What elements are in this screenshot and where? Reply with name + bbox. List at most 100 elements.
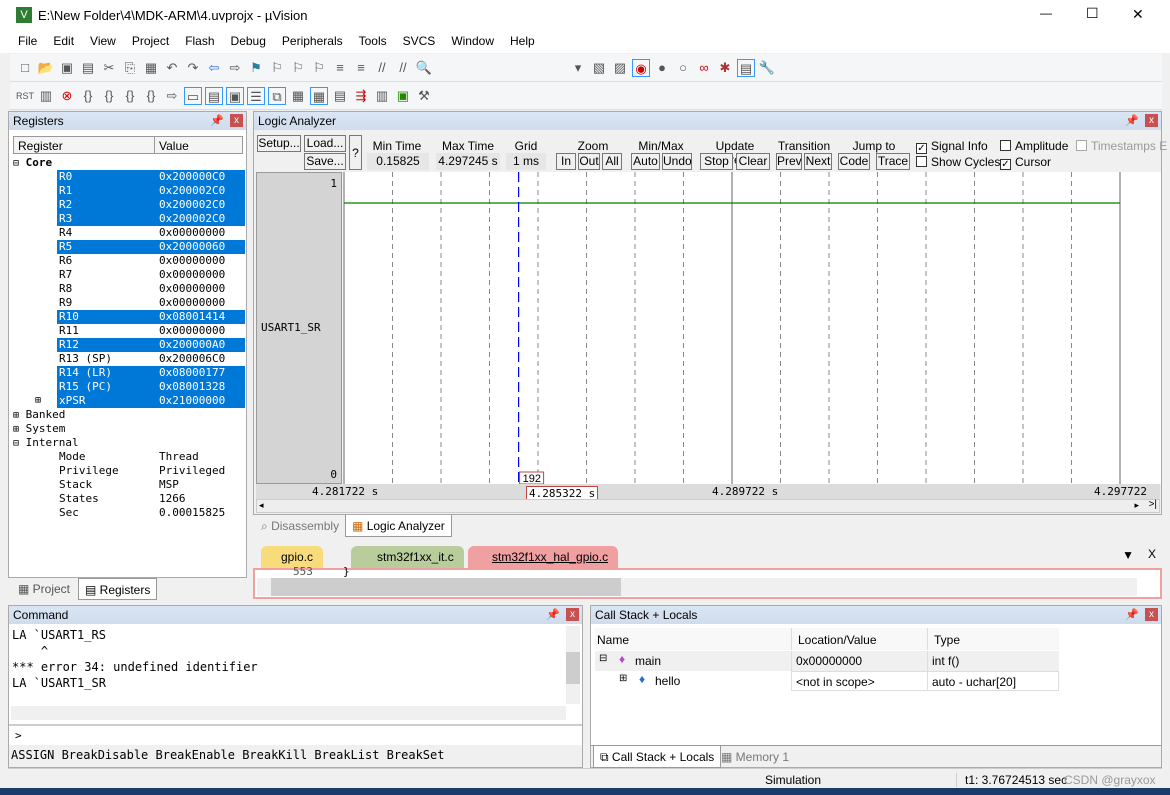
callstack-row[interactable]: ⊟ ♦ main 0x00000000 int f() [595, 651, 1059, 671]
next-button[interactable]: Next [804, 153, 832, 170]
step-in-icon[interactable]: {} [79, 87, 97, 105]
tree-node-system[interactable]: ⊞ System [13, 422, 245, 436]
register-row[interactable]: R0 0x200000C0 [13, 170, 245, 184]
close-icon[interactable]: x [230, 114, 243, 127]
show-cycles-checkbox[interactable]: Show Cycles [916, 155, 1000, 169]
menu-project[interactable]: Project [124, 30, 177, 53]
col-location[interactable]: Location/Value [791, 628, 883, 650]
command-vertical-scrollbar[interactable] [566, 626, 580, 704]
pin-icon[interactable]: 📌 [210, 112, 224, 130]
close-icon[interactable]: x [566, 608, 579, 621]
la-horizontal-scrollbar[interactable]: ◂ ▸ >| [256, 499, 1160, 513]
col-name[interactable]: Name [597, 633, 629, 647]
register-row[interactable]: R5 0x20000060 [13, 240, 245, 254]
trace-window-icon[interactable]: ▥ [373, 87, 391, 105]
tab-stm32f1xx-hal-gpio-c[interactable]: stm32f1xx_hal_gpio.c [468, 546, 619, 568]
expand-icon[interactable]: ⊞ [619, 673, 627, 684]
undo-button[interactable]: Undo [662, 153, 692, 170]
tab-project[interactable]: ▦ Project [12, 578, 76, 600]
tab-callstack[interactable]: ⧉ Call Stack + Locals [593, 746, 722, 768]
signal-name[interactable]: USART1_SR [261, 321, 321, 334]
step-over-icon[interactable]: {} [100, 87, 118, 105]
register-row[interactable]: R15 (PC) 0x08001328 [13, 380, 245, 394]
pin-icon[interactable]: 📌 [546, 606, 560, 624]
open-icon[interactable]: 📂 [37, 59, 55, 77]
indent-icon[interactable]: ≡ [331, 59, 349, 77]
close-editor-icon[interactable]: X [1148, 547, 1156, 561]
auto-button[interactable]: Auto [631, 153, 660, 170]
unindent-icon[interactable]: ≡ [352, 59, 370, 77]
command-input[interactable]: > [9, 724, 582, 744]
setup-button[interactable]: Setup... [257, 135, 301, 152]
stop-icon[interactable]: ⊗ [58, 87, 76, 105]
register-row[interactable]: R4 0x00000000 [13, 226, 245, 240]
serial-window-icon[interactable]: ▤ [331, 87, 349, 105]
copy-icon[interactable]: ⎘ [121, 59, 139, 77]
timestamps-checkbox[interactable]: Timestamps E [1076, 139, 1167, 153]
command-horizontal-scrollbar[interactable] [11, 706, 566, 720]
call-stack-window-icon[interactable]: ⧉ [268, 86, 286, 105]
save-all-icon[interactable]: ▤ [79, 59, 97, 77]
configure-icon[interactable]: 🔧 [758, 59, 776, 77]
memory-window-icon[interactable]: ▦ [310, 86, 328, 105]
internal-row[interactable]: States 1266 [13, 492, 245, 506]
register-row[interactable]: R12 0x200000A0 [13, 338, 245, 352]
register-row[interactable]: R3 0x200002C0 [13, 212, 245, 226]
close-icon[interactable]: x [1145, 114, 1158, 127]
scroll-end-icon[interactable]: >| [1149, 499, 1157, 510]
zoom-in-button[interactable]: In [556, 153, 576, 170]
new-file-icon[interactable]: □ [16, 59, 34, 77]
waveform-plot[interactable]: 192 [343, 172, 1161, 484]
menu-peripherals[interactable]: Peripherals [274, 30, 351, 53]
register-row[interactable]: R1 0x200002C0 [13, 184, 245, 198]
register-row[interactable]: ⊞ xPSR 0x21000000 [13, 394, 245, 408]
analysis-window-icon[interactable]: ⇶ [352, 87, 370, 105]
registers-window-icon[interactable]: ☰ [247, 86, 265, 105]
window-layout-icon[interactable]: ▤ [737, 58, 755, 77]
register-row[interactable]: R13 (SP) 0x200006C0 [13, 352, 245, 366]
register-row[interactable]: R7 0x00000000 [13, 268, 245, 282]
clear-button[interactable]: Clear [736, 153, 770, 170]
tab-disassembly[interactable]: ⌕ Disassembly [255, 515, 345, 537]
disable-breakpoint-icon[interactable]: ○ [674, 59, 692, 77]
register-row[interactable]: R8 0x00000000 [13, 282, 245, 296]
trace-button[interactable]: Trace [876, 153, 910, 170]
signal-info-checkbox[interactable]: ✓ Signal Info [916, 139, 988, 154]
load-button[interactable]: Load... [304, 135, 346, 152]
amplitude-checkbox[interactable]: Amplitude [1000, 139, 1068, 153]
minimize-button[interactable]: — [1040, 6, 1052, 20]
zoom-all-button[interactable]: All [602, 153, 622, 170]
find-in-files-icon[interactable]: 🔍 [415, 59, 433, 77]
register-row[interactable]: R2 0x200002C0 [13, 198, 245, 212]
system-viewer-icon[interactable]: ▣ [394, 87, 412, 105]
prev-button[interactable]: Prev [776, 153, 802, 170]
save-icon[interactable]: ▣ [58, 59, 76, 77]
kill-breakpoints-icon[interactable]: ∞ [695, 59, 713, 77]
menu-view[interactable]: View [82, 30, 124, 53]
col-type[interactable]: Type [927, 628, 966, 650]
register-row[interactable]: R11 0x00000000 [13, 324, 245, 338]
paste-icon[interactable]: ▦ [142, 59, 160, 77]
internal-row[interactable]: Mode Thread [13, 450, 245, 464]
register-row[interactable]: R10 0x08001414 [13, 310, 245, 324]
editor-horizontal-scrollbar[interactable] [257, 578, 1137, 596]
menu-help[interactable]: Help [502, 30, 543, 53]
collapse-icon[interactable]: ⊟ [599, 653, 607, 664]
reset-icon[interactable]: RST [16, 87, 34, 105]
menu-flash[interactable]: Flash [177, 30, 222, 53]
close-icon[interactable]: x [1145, 608, 1158, 621]
col-register[interactable]: Register [18, 139, 63, 153]
comment-icon[interactable]: // [373, 59, 391, 77]
uncomment-icon[interactable]: // [394, 59, 412, 77]
menu-edit[interactable]: Edit [45, 30, 82, 53]
register-row[interactable]: R9 0x00000000 [13, 296, 245, 310]
code-editor[interactable]: 553 } [253, 565, 1162, 599]
incremental-find-icon[interactable]: ▧ [590, 59, 608, 77]
bookmark-icon[interactable]: ⚑ [247, 59, 265, 77]
redo-icon[interactable]: ↷ [184, 59, 202, 77]
breakpoint-icon[interactable]: ● [653, 59, 671, 77]
close-button[interactable]: ✕ [1132, 6, 1144, 23]
watch-window-icon[interactable]: ▦ [289, 87, 307, 105]
register-row[interactable]: R14 (LR) 0x08000177 [13, 366, 245, 380]
save-button[interactable]: Save... [304, 153, 346, 170]
